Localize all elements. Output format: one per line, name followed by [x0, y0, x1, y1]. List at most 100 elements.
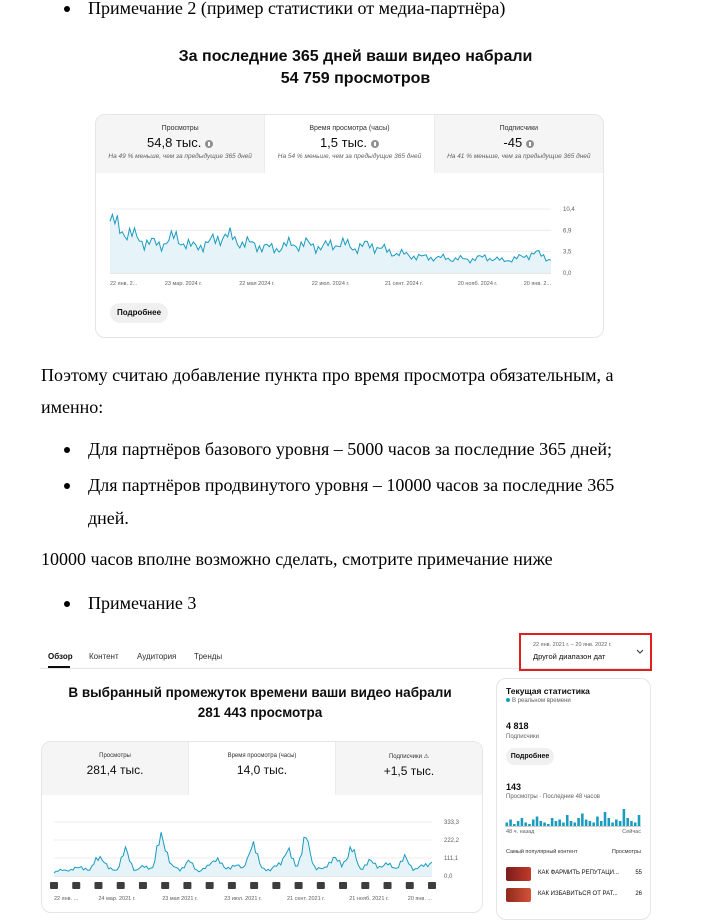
y-tick-label: 0,0: [563, 271, 572, 277]
video-marker-icon[interactable]: [428, 882, 436, 889]
top-content-col: Просмотры: [611, 849, 641, 855]
realtime-bar: [535, 816, 539, 827]
video-marker-icon[interactable]: [294, 882, 303, 889]
tab-value: +1,5 тыс.: [383, 764, 435, 778]
panel1-chart: 10,4 6,9 3,5 0,0 22 янв. 2... 23 мар. 2024 г.…: [109, 207, 575, 287]
realtime-bar: [558, 819, 561, 827]
tab-value: 14,0 тыс.: [236, 763, 288, 777]
video-marker-icon[interactable]: [227, 882, 236, 889]
tab-watch-time[interactable]: Время просмотра (часы) 14,0 тыс.: [189, 742, 336, 795]
video-marker-icon[interactable]: [272, 882, 281, 889]
panel1-title-line1: За последние 365 дней ваши видео набрали: [178, 48, 533, 65]
video-marker-icon[interactable]: [339, 882, 348, 889]
x-tick-label: 23 мар. 2024 г.: [165, 281, 203, 287]
info-icon[interactable]: [526, 139, 535, 148]
realtime-bar: [565, 815, 569, 827]
tab-value: 281,4 тыс.: [86, 763, 144, 777]
video-marker-icon[interactable]: [138, 882, 147, 889]
realtime-subs-value: 4 818: [506, 721, 529, 731]
panel2-title-line1: В выбранный промежуток времени ваши виде…: [68, 685, 452, 700]
y-tick-label: 333,3: [444, 820, 460, 826]
video-marker-icon[interactable]: [72, 882, 81, 889]
bullet-dot: [64, 601, 70, 607]
realtime-bar: [550, 818, 554, 827]
tab-views[interactable]: Просмотры 54,8 тыс. На 49 % меньше, чем …: [96, 115, 266, 173]
video-marker-icon[interactable]: [161, 882, 170, 889]
tab-content[interactable]: Контент: [89, 652, 119, 661]
bullet2-line2: дней.: [88, 508, 129, 528]
tab-watch-time[interactable]: Время просмотра (часы) 1,5 тыс. На 54 % …: [265, 115, 435, 173]
date-option-text: Другой диапазон дат: [533, 652, 606, 661]
video-marker-icon[interactable]: [405, 882, 414, 889]
tab-value: 1,5 тыс.: [265, 135, 433, 150]
tab-overview[interactable]: Обзор: [48, 652, 73, 661]
tab-label: Время просмотра (часы): [227, 753, 297, 759]
panel2-chart: 333,3 222,2 111,1 0,0 22 янв. ... 24 мар. 202…: [50, 820, 460, 902]
video-marker-icon[interactable]: [116, 882, 125, 889]
note3-bullet: Примечание 3: [64, 590, 196, 616]
tab-sub: На 54 % меньше, чем за предыдущие 365 дн…: [277, 153, 422, 160]
top-content-label: Самый популярный контент: [506, 849, 578, 855]
y-tick-label: 10,4: [563, 207, 575, 213]
tab-subscribers[interactable]: Подписчики ⚠ +1,5 тыс.: [336, 742, 482, 795]
panel1-card: Просмотры 54,8 тыс. На 49 % меньше, чем …: [95, 114, 604, 338]
video-marker-icon[interactable]: [361, 882, 370, 889]
video-marker-icon[interactable]: [383, 882, 392, 889]
tab-value: 54,8 тыс.: [96, 135, 264, 150]
tab-views[interactable]: Просмотры 281,4 тыс.: [42, 742, 189, 795]
x-tick-label: 24 мар. 2021 г.: [98, 896, 136, 902]
bullet-dot: [64, 483, 70, 489]
x-tick-label: 22 мая 2024 г.: [239, 281, 275, 287]
y-tick-label: 3,5: [563, 250, 572, 256]
x-tick-label: 23 мая 2021 г.: [162, 896, 198, 902]
bullet-dot: [64, 6, 70, 12]
realtime-bar: [603, 812, 607, 827]
area-fill: [54, 832, 432, 876]
realtime-panel: Текущая статистика В реальном времени 4 …: [496, 678, 651, 920]
realtime-status: В реальном времени: [506, 698, 571, 704]
y-tick-label: 222,2: [444, 838, 460, 844]
video-marker-icon[interactable]: [205, 882, 214, 889]
video-marker-icon[interactable]: [250, 882, 259, 889]
realtime-bar: [581, 813, 584, 827]
date-range-selector[interactable]: 22 янв. 2021 г. – 20 янв. 2022 г. Другой…: [519, 633, 652, 671]
realtime-now: Сейчас: [622, 829, 641, 835]
top-item[interactable]: КАК ФАРМИТЬ РЕПУТАЦИ... 55: [506, 867, 642, 881]
tab-trends[interactable]: Тренды: [194, 652, 222, 661]
realtime-ago: 48 ч. назад: [506, 829, 535, 835]
panel1-title-line2: 54 759 просмотров: [280, 70, 431, 87]
video-thumbnail: [506, 888, 531, 902]
realtime-bar: [626, 818, 629, 827]
para1-line1: Поэтому считаю добавление пункта про вре…: [41, 365, 614, 385]
realtime-bars: [505, 809, 641, 827]
video-marker-icon[interactable]: [94, 882, 103, 889]
realtime-bar: [615, 819, 618, 827]
video-marker-icon[interactable]: [183, 882, 192, 889]
realtime-more-button[interactable]: Подробнее: [506, 748, 554, 765]
x-tick-label: 21 нояб. 2021 г.: [349, 896, 389, 902]
video-views: 55: [635, 870, 642, 876]
tab-label: Подписчики: [499, 125, 539, 132]
info-icon[interactable]: [371, 139, 380, 148]
realtime-subs-label: Подписчики: [506, 734, 540, 740]
x-tick-label: 22 июл. 2024 г.: [312, 281, 350, 287]
bullet2: Для партнёров продвинутого уровня – 1000…: [64, 472, 615, 498]
realtime-bar: [509, 819, 512, 827]
live-dot-icon: [506, 698, 510, 703]
bullet2-text-1: Для партнёров продвинутого уровня – 1000…: [88, 475, 615, 495]
x-tick-label: 22 янв. 2...: [110, 281, 138, 287]
tab-sub: На 41 % меньше, чем за предыдущие 365 дн…: [447, 153, 591, 160]
x-tick-label: 20 янв. ...: [408, 896, 433, 902]
top-item[interactable]: КАК ИЗБАВИТЬСЯ ОТ РАТ... 26: [506, 888, 642, 902]
x-tick-label: 21 сент. 2021 г.: [287, 896, 326, 902]
panel1-tabs: Просмотры 54,8 тыс. На 49 % меньше, чем …: [96, 115, 603, 173]
panel2-title-line2: 281 443 просмотра: [197, 705, 323, 720]
tab-label: Просмотры: [161, 125, 199, 132]
video-marker-icon[interactable]: [316, 882, 325, 889]
video-thumbnail: [506, 867, 531, 881]
info-icon[interactable]: [205, 139, 214, 148]
tab-audience[interactable]: Аудитория: [137, 652, 176, 661]
tab-subscribers[interactable]: Подписчики -45 На 41 % меньше, чем за пр…: [434, 115, 603, 173]
video-marker-icon[interactable]: [50, 882, 58, 889]
more-button[interactable]: Подробнее: [110, 303, 168, 323]
